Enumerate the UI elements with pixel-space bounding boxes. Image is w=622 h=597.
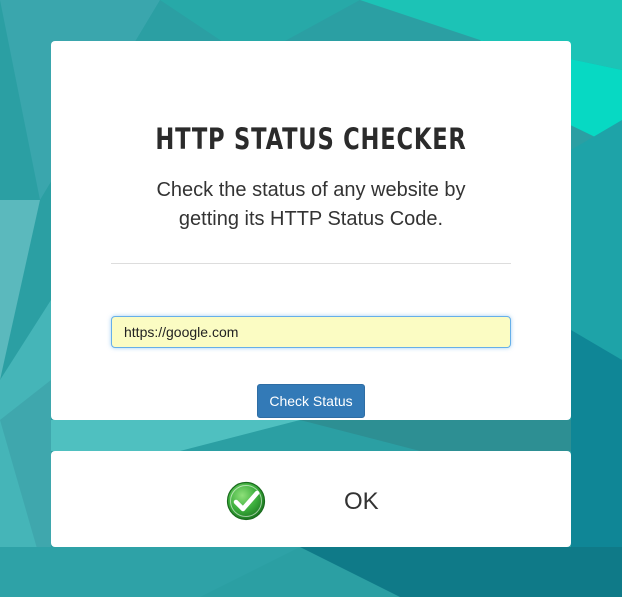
- divider: [111, 263, 511, 264]
- check-status-button[interactable]: Check Status: [257, 384, 365, 418]
- page-title: HTTP STATUS CHECKER: [155, 122, 467, 156]
- green-checkmark-icon: [226, 481, 266, 521]
- checker-card: HTTP STATUS CHECKER Check the status of …: [51, 41, 571, 420]
- status-result-text: OK: [344, 488, 379, 515]
- result-card: OK: [51, 451, 571, 547]
- url-input[interactable]: [111, 316, 511, 348]
- page-subtitle: Check the status of any website by getti…: [156, 179, 466, 230]
